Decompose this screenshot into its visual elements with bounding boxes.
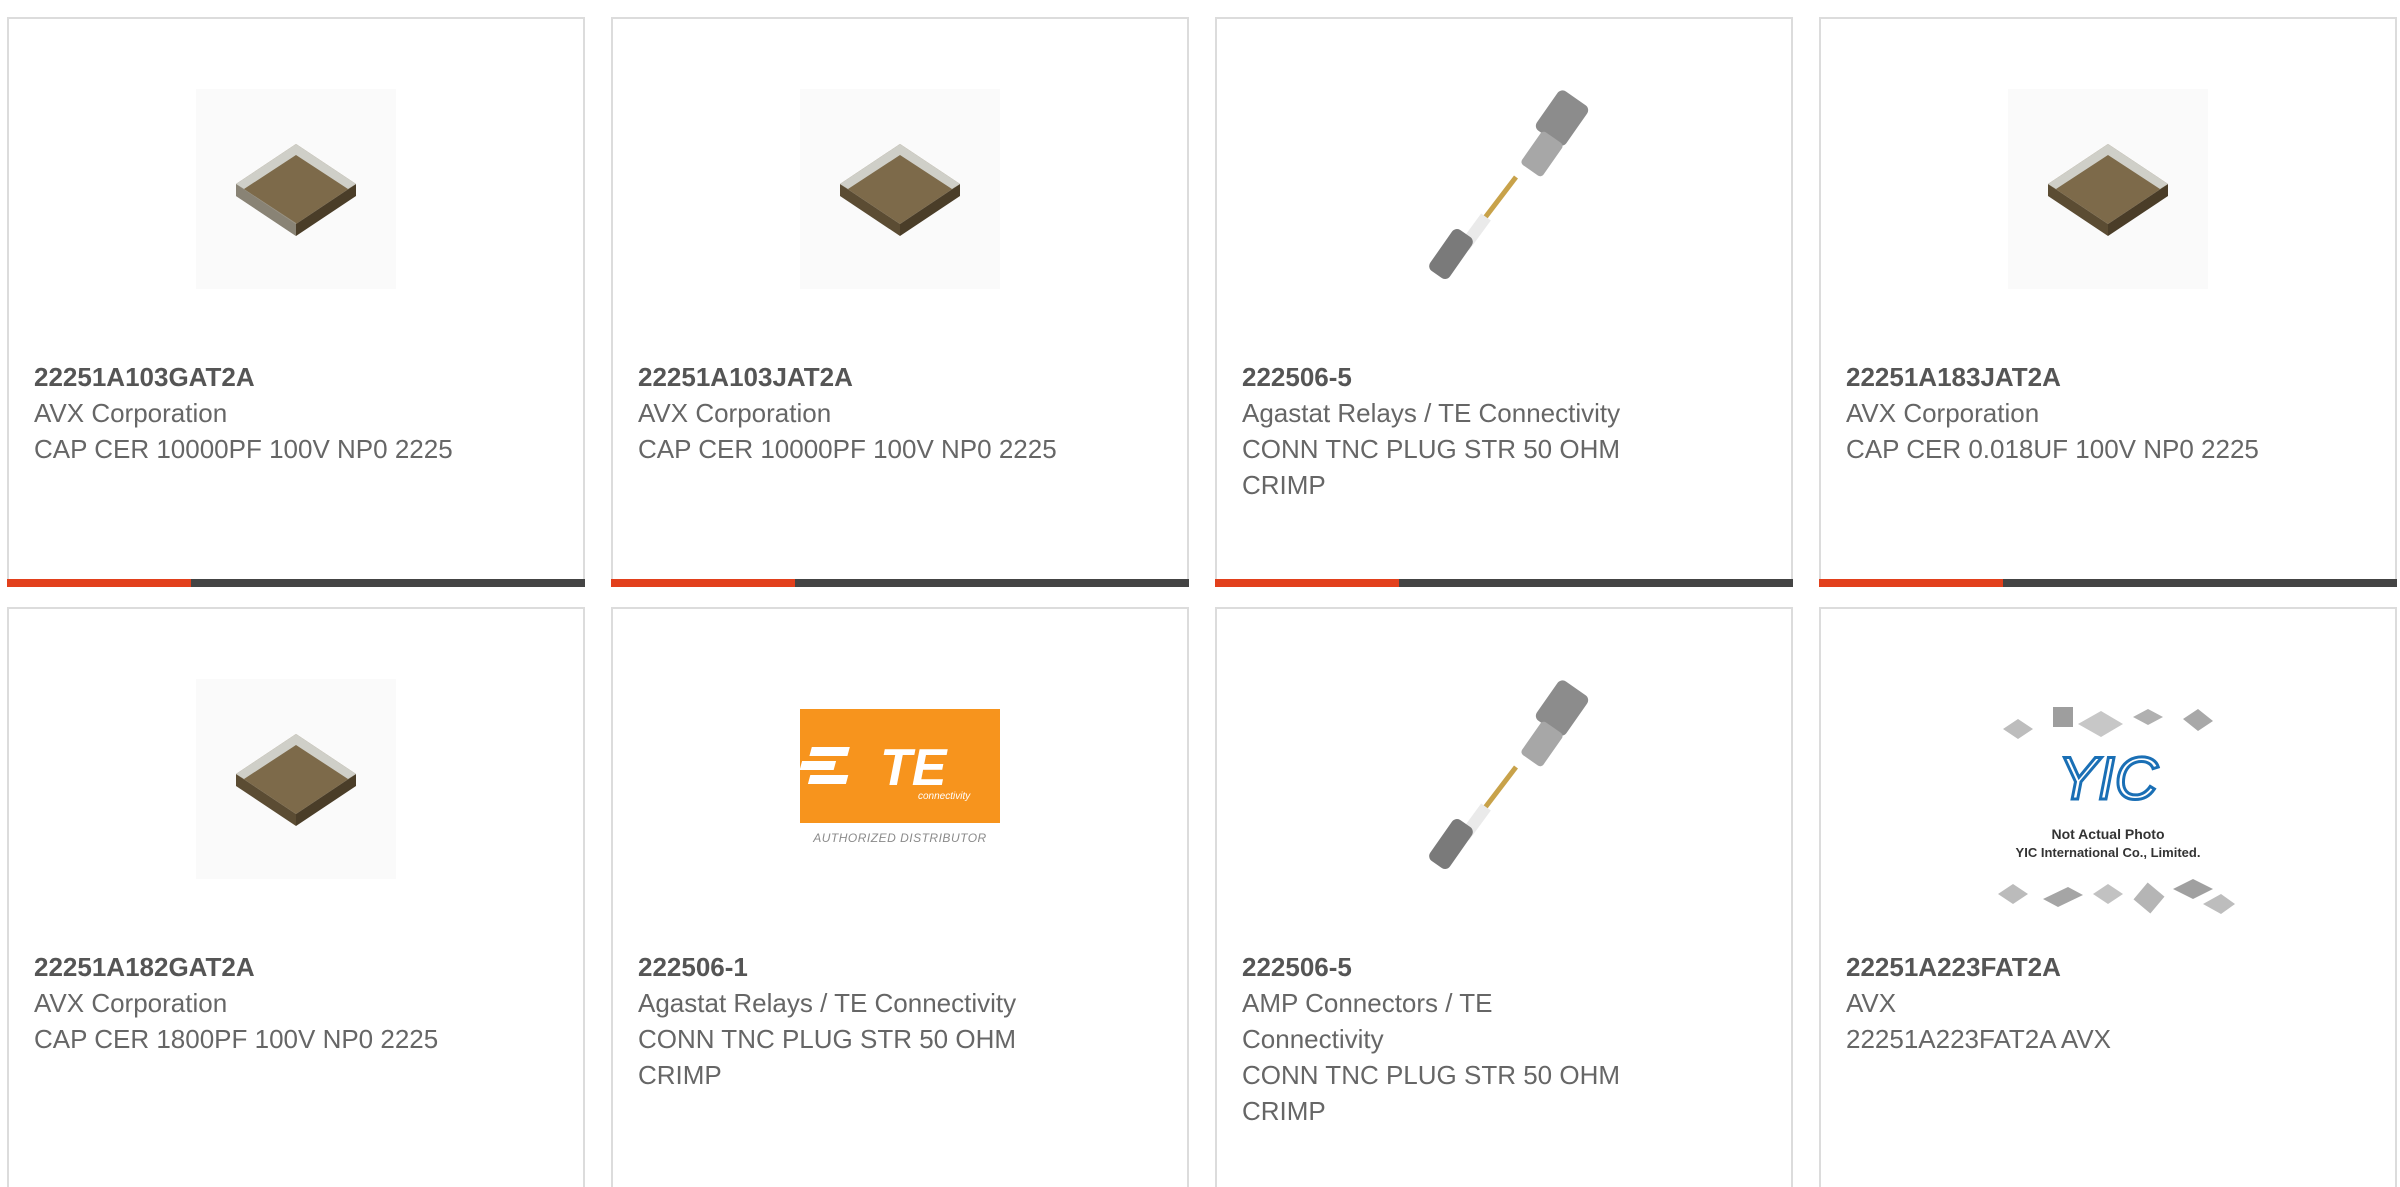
te-letters: TE <box>880 739 948 797</box>
product-info: 22251A103GAT2A AVX Corporation CAP CER 1… <box>34 359 563 467</box>
product-image[interactable] <box>196 89 396 289</box>
description: CAP CER 0.018UF 100V NP0 2225 <box>1846 434 2259 464</box>
product-info: 22251A223FAT2A AVX 22251A223FAT2A AVX <box>1846 949 2375 1057</box>
product-image[interactable] <box>1404 89 1604 289</box>
card-accent <box>611 579 795 587</box>
manufacturer: AVX Corporation <box>638 398 832 428</box>
product-image[interactable] <box>1404 679 1604 879</box>
card-accent <box>1819 579 2003 587</box>
card-accent <box>7 579 191 587</box>
card-bottom-bar <box>1819 579 2397 587</box>
tnc-connector-icon <box>1404 679 1604 879</box>
part-number[interactable]: 222506-5 <box>1242 359 1771 395</box>
product-info: 22251A182GAT2A AVX Corporation CAP CER 1… <box>34 949 563 1057</box>
description: CONN TNC PLUG STR 50 OHM CRIMP <box>638 1024 1017 1090</box>
product-card[interactable]: YIC Not Actual Photo YIC International C… <box>1819 607 2397 1187</box>
not-actual-photo-text: Not Actual Photo <box>2051 826 2164 842</box>
description: CAP CER 10000PF 100V NP0 2225 <box>638 434 1057 464</box>
description: CONN TNC PLUG STR 50 OHM CRIMP <box>1242 434 1621 500</box>
product-info: 222506-1 Agastat Relays / TE Connectivit… <box>638 949 1167 1093</box>
description: CAP CER 1800PF 100V NP0 2225 <box>34 1024 439 1054</box>
manufacturer: AVX Corporation <box>34 988 228 1018</box>
product-card[interactable]: TE connectivity AUTHORIZED DISTRIBUTOR 2… <box>611 607 1189 1187</box>
product-info: 22251A183JAT2A AVX Corporation CAP CER 0… <box>1846 359 2375 467</box>
description: CAP CER 10000PF 100V NP0 2225 <box>34 434 453 464</box>
part-number[interactable]: 22251A103JAT2A <box>638 359 1167 395</box>
card-accent <box>1215 579 1399 587</box>
not-actual-photo-icon: YIC Not Actual Photo YIC International C… <box>1998 707 2235 914</box>
manufacturer: AVX Corporation <box>1846 398 2040 428</box>
ceramic-capacitor-icon <box>196 679 396 879</box>
yic-logo: YIC <box>2058 745 2159 812</box>
te-logo-icon: TE connectivity <box>799 739 971 802</box>
manufacturer: AVX <box>1846 988 1897 1018</box>
manufacturer: AVX Corporation <box>34 398 228 428</box>
ceramic-capacitor-icon <box>2008 89 2208 289</box>
manufacturer: Agastat Relays / TE Connectivity <box>638 988 1017 1018</box>
description: 22251A223FAT2A AVX <box>1846 1024 2112 1054</box>
te-connectivity-logo: TE connectivity AUTHORIZED DISTRIBUTOR <box>799 709 1000 849</box>
product-info: 222506-5 AMP Connectors / TE Connectivit… <box>1242 949 1771 1129</box>
part-number[interactable]: 222506-5 <box>1242 949 1771 985</box>
product-info: 222506-5 Agastat Relays / TE Connectivit… <box>1242 359 1771 503</box>
product-card[interactable]: 22251A183JAT2A AVX Corporation CAP CER 0… <box>1819 17 2397 587</box>
te-logo-badge: TE connectivity <box>799 709 1000 823</box>
tnc-connector-icon <box>1404 89 1604 289</box>
description: CONN TNC PLUG STR 50 OHM CRIMP <box>1242 1060 1621 1126</box>
product-image[interactable] <box>196 679 396 879</box>
card-bottom-bar <box>7 579 585 587</box>
product-card[interactable]: 222506-5 Agastat Relays / TE Connectivit… <box>1215 17 1793 587</box>
card-bottom-bar <box>611 579 1189 587</box>
te-subtitle: connectivity <box>918 791 971 802</box>
product-image[interactable] <box>2008 89 2208 289</box>
product-card[interactable]: 22251A103GAT2A AVX Corporation CAP CER 1… <box>7 17 585 587</box>
product-card[interactable]: 222506-5 AMP Connectors / TE Connectivit… <box>1215 607 1793 1187</box>
part-number[interactable]: 22251A183JAT2A <box>1846 359 2375 395</box>
te-caption: AUTHORIZED DISTRIBUTOR <box>813 831 987 845</box>
product-info: 22251A103JAT2A AVX Corporation CAP CER 1… <box>638 359 1167 467</box>
manufacturer: Agastat Relays / TE Connectivity <box>1242 398 1621 428</box>
yic-company-text: YIC International Co., Limited. <box>2016 845 2201 860</box>
product-card[interactable]: 22251A182GAT2A AVX Corporation CAP CER 1… <box>7 607 585 1187</box>
part-number[interactable]: 22251A223FAT2A <box>1846 949 2375 985</box>
product-grid: 22251A103GAT2A AVX Corporation CAP CER 1… <box>0 0 2400 1187</box>
product-image[interactable] <box>800 89 1000 289</box>
part-number[interactable]: 22251A182GAT2A <box>34 949 563 985</box>
product-image[interactable]: YIC Not Actual Photo YIC International C… <box>1973 699 2243 939</box>
card-bottom-bar <box>1215 579 1793 587</box>
part-number[interactable]: 22251A103GAT2A <box>34 359 563 395</box>
ceramic-capacitor-icon <box>800 89 1000 289</box>
part-number[interactable]: 222506-1 <box>638 949 1167 985</box>
manufacturer: AMP Connectors / TE Connectivity <box>1242 988 1493 1054</box>
product-image[interactable]: TE connectivity AUTHORIZED DISTRIBUTOR <box>799 679 1000 879</box>
product-card[interactable]: 22251A103JAT2A AVX Corporation CAP CER 1… <box>611 17 1189 587</box>
ceramic-capacitor-icon <box>196 89 396 289</box>
